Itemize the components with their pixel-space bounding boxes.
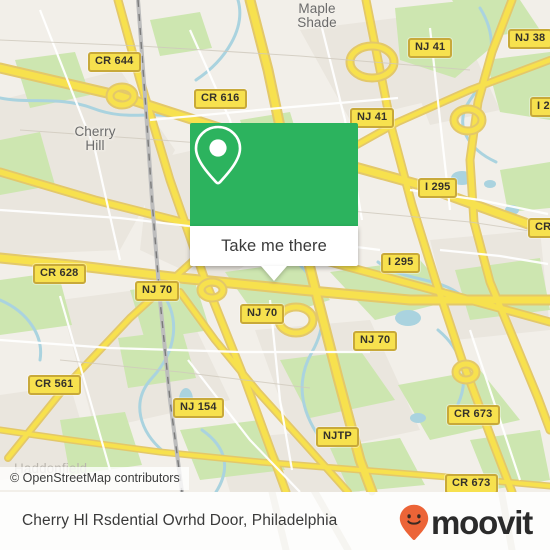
osm-attribution[interactable]: © OpenStreetMap contributors <box>0 467 189 490</box>
highway-shield: NJ 154 <box>173 398 224 418</box>
moovit-smiley-pin-icon <box>399 504 429 540</box>
highway-shield: NJTP <box>316 427 359 447</box>
moovit-logo[interactable]: moovit <box>399 504 533 541</box>
location-pin-icon <box>194 125 242 185</box>
highway-shield: NJ 70 <box>353 331 398 351</box>
highway-shield: I 295 <box>418 178 458 198</box>
highway-shield: I 295 <box>530 97 550 117</box>
highway-shield: CR <box>528 218 550 238</box>
popup-header <box>190 123 358 226</box>
highway-shield: CR 628 <box>33 264 86 284</box>
map-canvas[interactable]: Maple Shade Cherry Hill Haddonfield CR 6… <box>0 0 550 492</box>
highway-shield: NJ 38 <box>508 29 550 49</box>
highway-shield: CR 644 <box>88 52 141 72</box>
take-me-there-button[interactable]: Take me there <box>190 226 358 266</box>
popup-pointer <box>261 266 287 281</box>
take-me-there-label: Take me there <box>221 236 327 255</box>
location-popup-card[interactable]: Take me there <box>190 123 358 281</box>
moovit-map-page: Maple Shade Cherry Hill Haddonfield CR 6… <box>0 0 550 550</box>
highway-shield: NJ 41 <box>408 38 453 58</box>
highway-shield: I 295 <box>381 253 421 273</box>
place-title: Cherry Hl Rsdential Ovrhd Door, Philadel… <box>22 512 338 529</box>
highway-shield: NJ 70 <box>240 304 285 324</box>
highway-shield: NJ 70 <box>135 281 180 301</box>
highway-shield: CR 673 <box>447 405 500 425</box>
highway-shield: CR 673 <box>445 474 498 492</box>
highway-shield: CR 561 <box>28 375 81 395</box>
moovit-wordmark: moovit <box>431 504 533 541</box>
highway-shield: CR 616 <box>194 89 247 109</box>
page-footer: Cherry Hl Rsdential Ovrhd Door, Philadel… <box>0 492 550 550</box>
